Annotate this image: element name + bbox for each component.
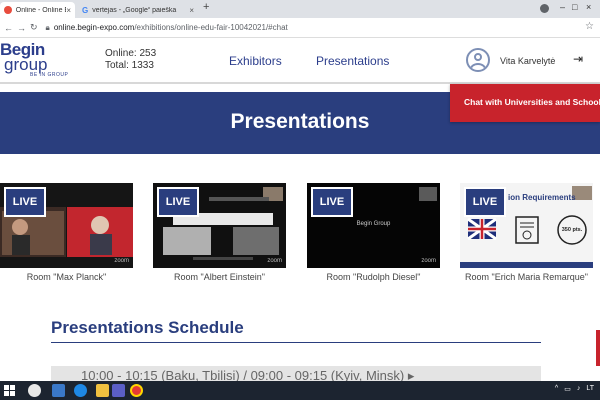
windows-taskbar: ^ ▭ ♪ LT [0, 381, 600, 400]
live-badge: LIVE [157, 187, 199, 217]
room-center-text: Begin Group [356, 221, 391, 227]
room-label[interactable]: Room "Albert Einstein" [153, 272, 286, 282]
room-card-erich-maria-remarque[interactable]: ion Requirements 350 pts. LIVE Room "Eri… [460, 183, 593, 282]
google-favicon-icon: G [82, 5, 89, 15]
room-label[interactable]: Room "Rudolph Diesel" [307, 272, 440, 282]
room-video-thumbnail[interactable]: ion Requirements 350 pts. LIVE [460, 183, 593, 268]
reload-icon[interactable]: ↻ [30, 22, 38, 33]
side-red-tab[interactable] [596, 330, 600, 366]
schedule-divider [51, 342, 541, 343]
edge-browser-icon[interactable] [74, 384, 87, 397]
room-label[interactable]: Room "Erich Maria Remarque" [460, 272, 593, 282]
star-icon[interactable]: ☆ [585, 21, 594, 32]
close-window-icon[interactable]: × [586, 2, 591, 12]
lock-icon[interactable]: 🔒︎ [46, 23, 50, 33]
network-icon[interactable]: ▭ [564, 385, 571, 393]
room-card-max-planck[interactable]: LIVE zoom Room "Max Planck" [0, 183, 133, 282]
slide-points: 350 pts. [561, 227, 583, 233]
room-label[interactable]: Room "Max Planck" [0, 272, 133, 282]
schedule-title: Presentations Schedule [51, 318, 244, 337]
visitor-stats: Online: 253 Total: 1333 [105, 48, 156, 72]
room-video-thumbnail[interactable]: LIVE zoom [0, 183, 133, 268]
teams-icon[interactable] [112, 384, 125, 397]
begin-group-logo[interactable]: Begin group BE IN GROUP [0, 41, 68, 78]
nav-exhibitors[interactable]: Exhibitors [229, 54, 282, 68]
room-video-thumbnail[interactable]: Begin Group LIVE zoom [307, 183, 440, 268]
close-tab-icon[interactable]: × [189, 6, 194, 15]
task-view-icon[interactable] [52, 384, 65, 397]
address-bar: ← → ↻ 🔒︎ online.begin-expo.com/exhibitio… [0, 18, 600, 38]
language-indicator[interactable]: LT [586, 385, 594, 393]
chrome-icon[interactable] [130, 384, 143, 397]
chevron-up-icon[interactable]: ^ [555, 385, 558, 393]
schedule-row[interactable]: 10:00 - 10:15 (Baku, Tbilisi) / 09:00 - … [51, 366, 541, 382]
back-icon[interactable]: ← [4, 23, 13, 33]
volume-icon[interactable]: ♪ [577, 385, 581, 393]
zoom-logo: zoom [267, 258, 282, 264]
search-icon[interactable] [28, 384, 41, 397]
browser-tab-online-edu[interactable]: Online - Online Edu × [0, 2, 75, 18]
live-badge: LIVE [4, 187, 46, 217]
slide-title: ion Requirements [508, 193, 576, 202]
room-card-albert-einstein[interactable]: LIVE zoom Room "Albert Einstein" [153, 183, 286, 282]
live-badge: LIVE [311, 187, 353, 217]
username[interactable]: Vita Karvelytė [500, 56, 555, 66]
room-video-thumbnail[interactable]: LIVE zoom [153, 183, 286, 268]
user-avatar-icon[interactable] [466, 48, 490, 72]
browser-tab-bar: Online - Online Edu × G vertėjas - „Goog… [0, 0, 600, 18]
system-tray: ^ ▭ ♪ LT [555, 385, 594, 393]
site-header: Begin group BE IN GROUP Online: 253 Tota… [0, 38, 600, 84]
windows-start-icon[interactable] [4, 385, 15, 396]
new-tab-icon[interactable]: + [203, 1, 209, 13]
zoom-logo: zoom [421, 258, 436, 264]
file-explorer-icon[interactable] [96, 384, 109, 397]
zoom-logo: zoom [114, 258, 129, 264]
profile-icon[interactable] [540, 4, 549, 13]
live-badge: LIVE [464, 187, 506, 217]
browser-tab-google[interactable]: G vertėjas - „Google“ paieška × [78, 2, 198, 18]
online-count: Online: 253 [105, 48, 157, 59]
close-tab-icon[interactable]: × [66, 6, 71, 15]
forward-icon[interactable]: → [17, 23, 26, 33]
minimize-icon[interactable]: – [560, 2, 565, 12]
total-count: Total: 1333 [105, 60, 154, 71]
logout-icon[interactable]: ⇥ [573, 52, 583, 66]
nav-presentations[interactable]: Presentations [316, 54, 389, 68]
room-card-rudolph-diesel[interactable]: Begin Group LIVE zoom Room "Rudolph Dies… [307, 183, 440, 282]
chat-with-universities-button[interactable]: Chat with Universities and Schools [450, 84, 600, 122]
site-favicon-icon [4, 6, 12, 14]
url-field[interactable]: online.begin-expo.com/exhibitions/online… [54, 23, 288, 32]
maximize-icon[interactable]: □ [572, 2, 577, 12]
